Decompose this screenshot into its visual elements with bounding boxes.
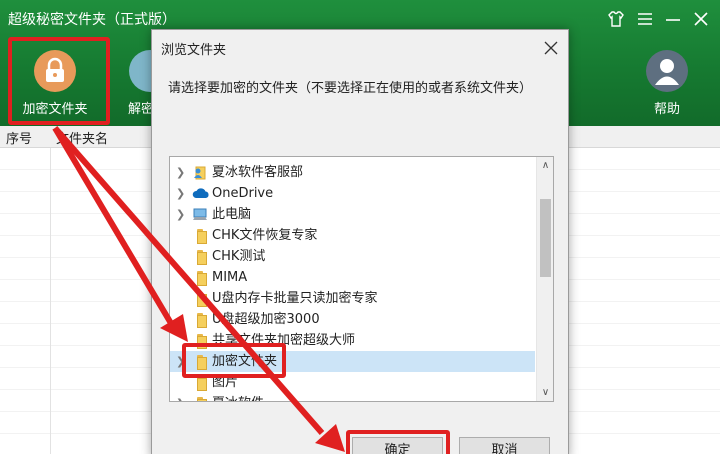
dialog-close-icon[interactable]	[544, 35, 558, 60]
tree-item[interactable]: ❯ 此电脑	[170, 204, 535, 225]
close-icon[interactable]	[688, 6, 714, 32]
scroll-up-icon[interactable]: ∧	[537, 157, 553, 174]
tree-item[interactable]: MIMA	[170, 267, 535, 288]
highlight-ok-button	[346, 430, 450, 454]
chevron-right-icon[interactable]: ❯	[176, 162, 188, 183]
folder-icon	[192, 396, 208, 401]
cloud-icon	[192, 186, 209, 201]
app-title: 超级秘密文件夹（正式版）	[8, 12, 176, 28]
tree-item-label: 夏冰软件	[212, 393, 264, 401]
dialog-instruction: 请选择要加密的文件夹（不要选择正在使用的或者系统文件夹）	[168, 81, 533, 96]
scroll-down-icon[interactable]: ∨	[537, 384, 553, 401]
chevron-right-icon[interactable]: ❯	[176, 183, 188, 204]
user-folder-icon	[192, 165, 208, 180]
tree-item-label: 此电脑	[212, 207, 252, 222]
tree-item-label: OneDrive	[212, 186, 274, 201]
highlight-encrypt-button	[8, 37, 110, 125]
tree-item[interactable]: ❯ 夏冰软件客服部	[170, 162, 535, 183]
tree-item[interactable]: CHK测试	[170, 246, 535, 267]
tree-item-label: MIMA	[212, 270, 248, 285]
column-folder-name[interactable]: 文件夹名	[56, 128, 108, 147]
computer-icon	[192, 207, 208, 222]
folder-icon	[192, 270, 208, 286]
tree-item-label: CHK测试	[212, 249, 266, 264]
help-button[interactable]: 帮助	[627, 50, 707, 117]
tree-item[interactable]: U盘内存卡批量只读加密专家	[170, 288, 535, 309]
tree-item-label: U盘内存卡批量只读加密专家	[212, 291, 378, 306]
help-label: 帮助	[653, 102, 680, 117]
column-index[interactable]: 序号	[6, 128, 32, 147]
cancel-button[interactable]: 取消	[459, 437, 550, 454]
folder-icon	[192, 249, 208, 265]
folder-icon	[192, 228, 208, 244]
dialog-title: 浏览文件夹	[161, 43, 227, 58]
tree-item-label: CHK文件恢复专家	[212, 228, 318, 243]
user-icon	[646, 50, 688, 92]
folder-icon	[192, 312, 208, 328]
tree-item[interactable]: ❯ 夏冰软件	[170, 393, 535, 401]
menu-icon[interactable]	[632, 6, 658, 32]
tree-scrollbar[interactable]: ∧ ∨	[536, 157, 553, 401]
scroll-thumb[interactable]	[540, 199, 551, 277]
tree-item[interactable]: ❯ OneDrive	[170, 183, 535, 204]
highlight-selected-folder	[182, 343, 286, 378]
tree-item-label: 夏冰软件客服部	[212, 165, 304, 180]
tree-item[interactable]: CHK文件恢复专家	[170, 225, 535, 246]
chevron-right-icon[interactable]: ❯	[176, 204, 188, 225]
chevron-right-icon[interactable]: ❯	[176, 393, 188, 401]
tree-item-label: U盘超级加密3000	[212, 312, 320, 327]
folder-icon	[192, 291, 208, 307]
minimize-icon[interactable]	[660, 6, 686, 32]
browse-folder-dialog: 浏览文件夹 请选择要加密的文件夹（不要选择正在使用的或者系统文件夹） ❯ 夏冰软…	[151, 29, 569, 454]
shirt-icon[interactable]	[603, 6, 629, 32]
tree-item[interactable]: U盘超级加密3000	[170, 309, 535, 330]
